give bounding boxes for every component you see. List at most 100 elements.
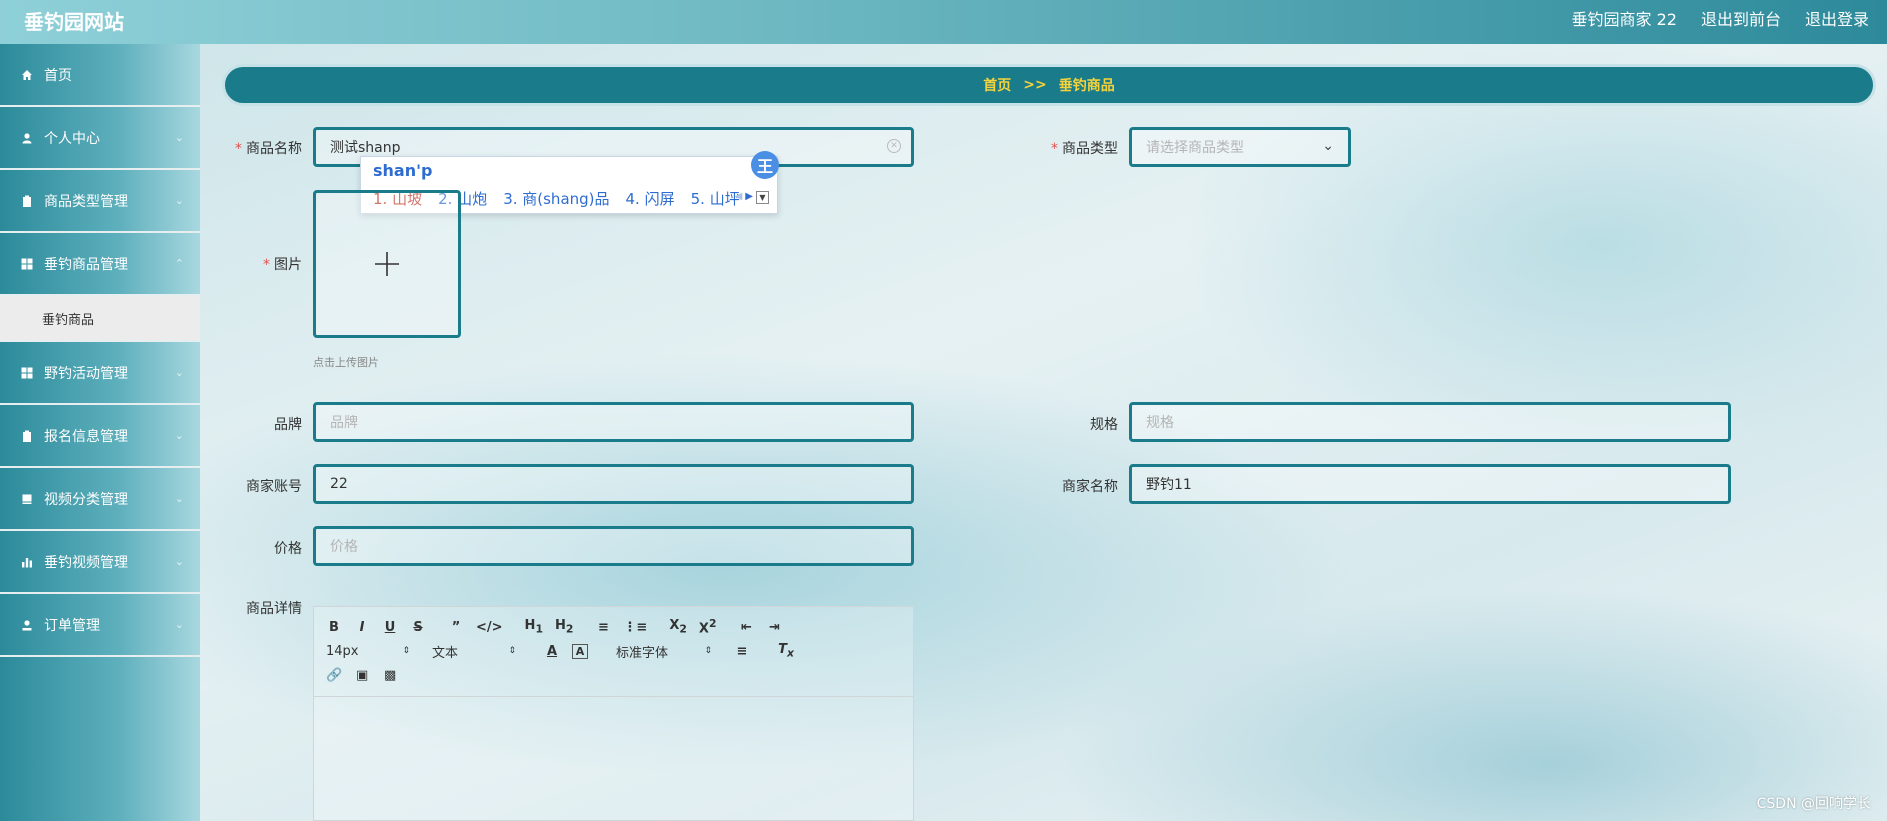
upload-hint: 点击上传图片	[313, 356, 379, 369]
clipboard-icon	[20, 194, 34, 208]
site-title: 垂钓园网站	[24, 10, 124, 34]
breadcrumb-current: 垂钓商品	[1058, 78, 1115, 94]
price-input[interactable]: 价格	[313, 526, 914, 566]
font-family-select[interactable]: 标准字体 ⇕	[616, 642, 712, 661]
clipboard-icon	[20, 429, 34, 443]
breadcrumb-home[interactable]: 首页	[983, 75, 1011, 95]
ordered-list-icon[interactable]: ≡	[595, 620, 611, 635]
merchant-name-label: 商家名称	[1062, 479, 1118, 495]
strikethrough-icon[interactable]: S	[410, 620, 426, 635]
editor-toolbar: B I U S ” </> H1 H2 ≡ ⋮≡ X2 X2 ⇤ ⇥ 14px ⇕…	[314, 607, 913, 697]
sidebar-item-orders[interactable]: 订单管理 ⌄	[0, 594, 200, 657]
video-icon[interactable]: ▩	[382, 668, 398, 683]
user-icon	[20, 618, 34, 632]
brand-placeholder: 品牌	[330, 415, 358, 431]
chevron-down-icon: ⌄	[174, 131, 184, 144]
indent-icon[interactable]: ⇥	[766, 620, 782, 635]
brand-label: 品牌	[274, 417, 302, 433]
image-label: * 图片	[263, 257, 302, 273]
sidebar-item-label: 首页	[44, 67, 72, 84]
plus-icon	[375, 252, 399, 276]
header-actions: 垂钓园商家 22 退出到前台 退出登录	[1572, 6, 1869, 30]
ime-logo-icon: 王	[751, 151, 779, 179]
sidebar-item-label: 订单管理	[44, 617, 100, 634]
heading1-icon[interactable]: H1	[525, 618, 543, 636]
spec-input[interactable]: 规格	[1129, 402, 1731, 442]
text-style-select[interactable]: 文本 ⇕	[432, 642, 516, 661]
clear-input-icon[interactable]: ✕	[887, 139, 901, 153]
merchant-name-input[interactable]: 野钓11	[1129, 464, 1731, 504]
sidebar-item-personal-center[interactable]: 个人中心 ⌄	[0, 107, 200, 170]
font-color-icon[interactable]: A	[544, 644, 560, 659]
ime-pinyin: shan'p	[373, 161, 433, 180]
price-placeholder: 价格	[330, 539, 358, 555]
sidebar-item-label: 视频分类管理	[44, 491, 128, 508]
ime-next-icon[interactable]: ▶	[745, 191, 753, 204]
product-type-select[interactable]: 请选择商品类型 ⌄	[1129, 127, 1351, 167]
sidebar-item-label: 个人中心	[44, 130, 100, 147]
grid-icon	[20, 366, 34, 380]
sidebar-item-video-category[interactable]: 视频分类管理 ⌄	[0, 468, 200, 531]
heading2-icon[interactable]: H2	[555, 618, 573, 636]
logout-link[interactable]: 退出登录	[1805, 6, 1869, 30]
sidebar-item-product-type[interactable]: 商品类型管理 ⌄	[0, 170, 200, 233]
sidebar-item-fishing-product[interactable]: 垂钓商品管理 ⌃	[0, 233, 200, 296]
spec-label: 规格	[1090, 417, 1118, 433]
subscript-icon[interactable]: X2	[669, 618, 687, 636]
home-icon	[20, 68, 34, 82]
brand-input[interactable]: 品牌	[313, 402, 914, 442]
bar-chart-icon	[20, 555, 34, 569]
outdent-icon[interactable]: ⇤	[738, 620, 754, 635]
code-icon[interactable]: </>	[476, 620, 503, 635]
sidebar-item-wild-fishing[interactable]: 野钓活动管理 ⌄	[0, 342, 200, 405]
required-mark: *	[263, 257, 270, 273]
image-upload-button[interactable]	[313, 190, 461, 338]
spec-placeholder: 规格	[1146, 415, 1174, 431]
blockquote-icon[interactable]: ”	[448, 620, 464, 635]
bold-icon[interactable]: B	[326, 620, 342, 635]
ime-candidate[interactable]: 5. 山坪	[691, 188, 740, 209]
merchant-name-value: 野钓11	[1146, 477, 1192, 493]
sidebar-item-signup-info[interactable]: 报名信息管理 ⌄	[0, 405, 200, 468]
chevron-down-icon: ⌄	[1322, 138, 1334, 154]
bullet-list-icon[interactable]: ⋮≡	[623, 620, 647, 635]
ime-candidate[interactable]: 4. 闪屏	[626, 188, 675, 209]
chevron-down-icon: ⌄	[174, 555, 184, 568]
rich-text-editor: B I U S ” </> H1 H2 ≡ ⋮≡ X2 X2 ⇤ ⇥ 14px ⇕…	[313, 606, 914, 821]
breadcrumb-separator: >>	[1023, 77, 1047, 93]
sidebar-subitem-fishing-product[interactable]: 垂钓商品	[0, 296, 200, 342]
chevron-down-icon: ⌄	[174, 366, 184, 379]
required-mark: *	[235, 141, 242, 157]
exit-to-front-link[interactable]: 退出到前台	[1701, 6, 1781, 30]
merchant-account-value: 22	[330, 476, 348, 492]
watermark: CSDN @回响学长	[1756, 796, 1871, 812]
italic-icon[interactable]: I	[354, 620, 370, 635]
price-label: 价格	[274, 541, 302, 557]
ime-candidate[interactable]: 3. 商(shang)品	[503, 188, 609, 209]
sidebar-item-label: 报名信息管理	[44, 428, 128, 445]
superscript-icon[interactable]: X2	[699, 617, 717, 636]
ime-expand-icon[interactable]: ▼	[756, 191, 769, 204]
required-mark: *	[1051, 141, 1058, 157]
underline-icon[interactable]: U	[382, 620, 398, 635]
book-icon	[20, 492, 34, 506]
link-icon[interactable]: 🔗	[326, 668, 342, 683]
product-type-placeholder: 请选择商品类型	[1146, 140, 1244, 156]
align-icon[interactable]: ≡	[734, 644, 750, 659]
user-icon	[20, 131, 34, 145]
main-content: 首页 >> 垂钓商品 * 商品名称 测试shanp ✕ * 商品类型 请选择商品类型…	[200, 44, 1887, 821]
font-size-select[interactable]: 14px ⇕	[326, 644, 410, 659]
ime-prev-icon[interactable]: ◀	[735, 191, 743, 204]
clear-format-icon[interactable]: Tx	[778, 642, 794, 660]
product-name-label: * 商品名称	[235, 141, 302, 157]
sidebar-item-fishing-video[interactable]: 垂钓视频管理 ⌄	[0, 531, 200, 594]
ime-page-controls: ◀ ▶ ▼	[735, 191, 769, 204]
chevron-down-icon: ⌄	[174, 429, 184, 442]
merchant-account-input[interactable]: 22	[313, 464, 914, 504]
image-icon[interactable]: ▣	[354, 668, 370, 683]
background-color-icon[interactable]: A	[572, 643, 588, 659]
product-name-value: 测试shanp	[330, 140, 401, 156]
chevron-up-icon: ⌃	[174, 257, 184, 270]
sidebar-item-home[interactable]: 首页	[0, 44, 200, 107]
chevron-down-icon: ⌄	[174, 492, 184, 505]
